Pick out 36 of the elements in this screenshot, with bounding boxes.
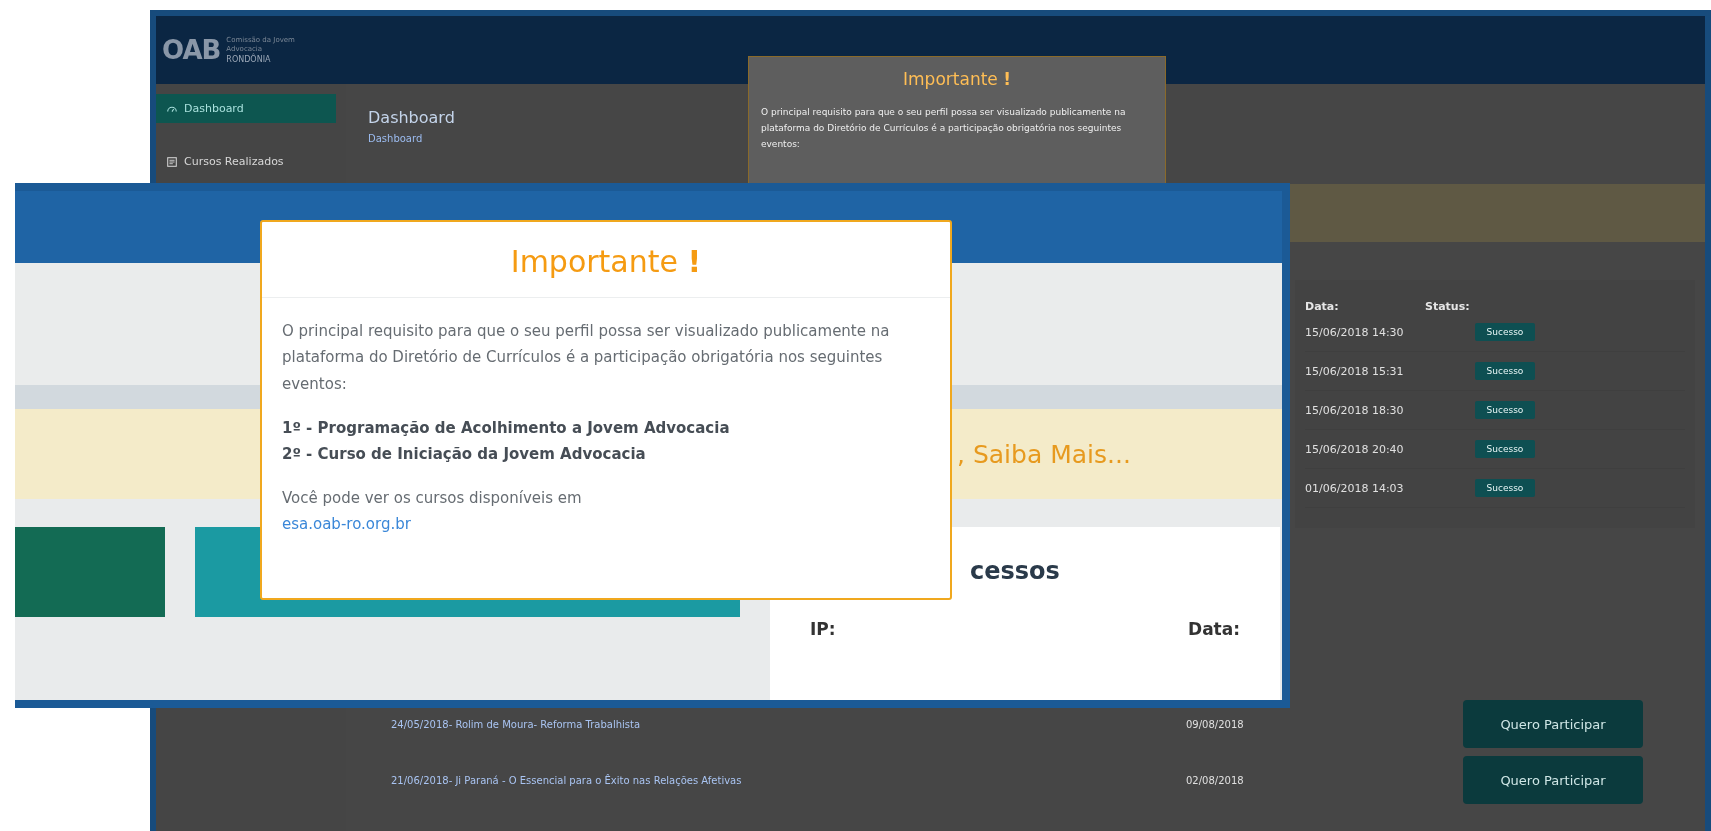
event-item: 1º - Programação de Acolhimento a Jovem Advocacia xyxy=(282,417,731,439)
table-cell: 15/06/2018 18:30 xyxy=(1305,403,1404,417)
modal-text: O principal requisito para que o seu perfil possa ser visualizado publicamente na plataforma do Diretório de Currículos é a participação obrigatória nos seguintes eventos: xyxy=(761,106,1127,151)
sidebar-item[interactable]: Cursos Realizados xyxy=(156,147,336,176)
column-header: Data: xyxy=(1188,619,1240,639)
modal-note: Você pode ver os cursos disponíveis em xyxy=(282,488,582,510)
participate-button[interactable]: Quero Participar xyxy=(1463,700,1643,748)
modal-title: Importante ! xyxy=(262,222,950,298)
modal-text: O principal requisito para que o seu perfil possa ser visualizado publicamente na plataforma do Diretório de Currículos é a participação obrigatória nos seguintes eventos: xyxy=(282,321,891,395)
course-link[interactable]: 21/06/2018- Ji Paraná - O Essencial para o Êxito nas Relações Afetivas xyxy=(391,774,742,786)
list-icon xyxy=(166,155,178,168)
modal-title: Importante ! xyxy=(902,69,1012,89)
event-item: 2º - Curso de Iniciação da Jovem Advocacia xyxy=(282,444,647,465)
status-badge: Sucesso xyxy=(1475,401,1535,419)
table-cell: 15/06/2018 14:30 xyxy=(1305,325,1404,339)
table-cell: 15/06/2018 15:31 xyxy=(1305,364,1404,378)
course-date: 09/08/2018 xyxy=(1186,718,1244,730)
status-badge: Sucesso xyxy=(1475,440,1535,458)
status-badge: Sucesso xyxy=(1475,479,1535,497)
logo-region: RONDÔNIA xyxy=(226,54,272,64)
sidebar-item[interactable]: Dashboard xyxy=(156,94,336,123)
status-badge: Sucesso xyxy=(1475,323,1535,341)
page-title: Dashboard xyxy=(368,108,455,127)
breadcrumb-link[interactable]: Dashboard xyxy=(368,133,423,144)
panel-heading: cessos xyxy=(970,557,1061,585)
participate-button[interactable]: Quero Participar xyxy=(1463,756,1643,804)
table-cell: 15/06/2018 20:40 xyxy=(1305,442,1404,456)
site-link[interactable]: esa.oab-ro.org.br xyxy=(282,511,411,536)
table-cell: 01/06/2018 14:03 xyxy=(1305,481,1404,495)
course-link[interactable]: 24/05/2018- Rolim de Moura- Reforma Trabalhista xyxy=(391,718,641,730)
status-badge: Sucesso xyxy=(1475,362,1535,380)
column-header: IP: xyxy=(810,619,836,639)
course-date: 02/08/2018 xyxy=(1186,774,1244,786)
logo-text: OAB xyxy=(162,35,221,65)
column-header: Data: xyxy=(1305,300,1340,313)
column-header: Status: xyxy=(1425,300,1471,313)
